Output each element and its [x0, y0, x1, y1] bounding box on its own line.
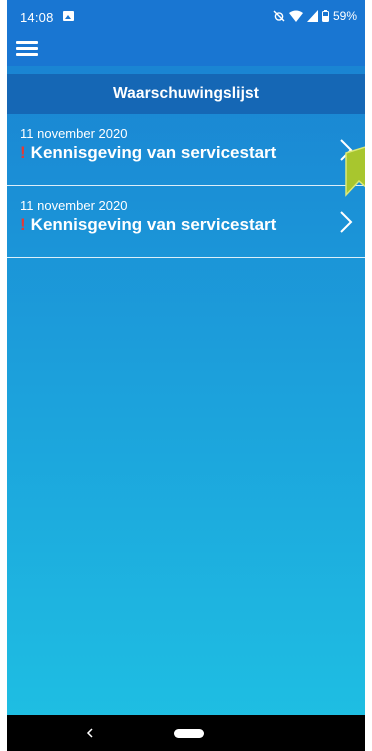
alert-title: Kennisgeving van servicestart [30, 143, 277, 162]
alert-title-line: ! Kennisgeving van servicestart [20, 143, 276, 163]
signal-icon [306, 10, 318, 22]
app-bar [7, 34, 365, 66]
chevron-right-icon [339, 210, 353, 234]
tooltip-flag-icon [341, 141, 365, 199]
page-header: Waarschuwingslijst [7, 74, 365, 114]
wifi-icon [288, 10, 303, 22]
alarm-off-icon [273, 10, 285, 22]
alert-title: Kennisgeving van servicestart [30, 215, 277, 234]
back-icon[interactable] [82, 724, 96, 742]
status-bar: 14:08 59% [7, 0, 365, 34]
alert-date: 11 november 2020 [20, 126, 128, 141]
battery-icon [321, 10, 329, 22]
alert-list-item[interactable]: 11 november 2020 ! Kennisgeving van servi… [7, 186, 365, 258]
page-title: Waarschuwingslijst [113, 85, 259, 102]
alert-exclamation-icon: ! [20, 215, 26, 234]
alert-list-item[interactable]: 11 november 2020 ! Kennisgeving van servi… [7, 114, 365, 186]
hamburger-menu-icon[interactable] [16, 38, 38, 58]
alert-date: 11 november 2020 [20, 198, 128, 213]
home-pill-icon[interactable] [174, 729, 204, 738]
gallery-icon [63, 11, 74, 21]
alert-title-line: ! Kennisgeving van servicestart [20, 215, 276, 235]
system-nav-bar [7, 715, 365, 751]
phone-screen: 14:08 59% Waarschuwingslijst 11 november… [7, 0, 365, 751]
status-indicators: 59% [273, 9, 357, 23]
battery-percentage: 59% [332, 9, 357, 23]
status-time: 14:08 [20, 10, 54, 25]
alert-exclamation-icon: ! [20, 143, 26, 162]
